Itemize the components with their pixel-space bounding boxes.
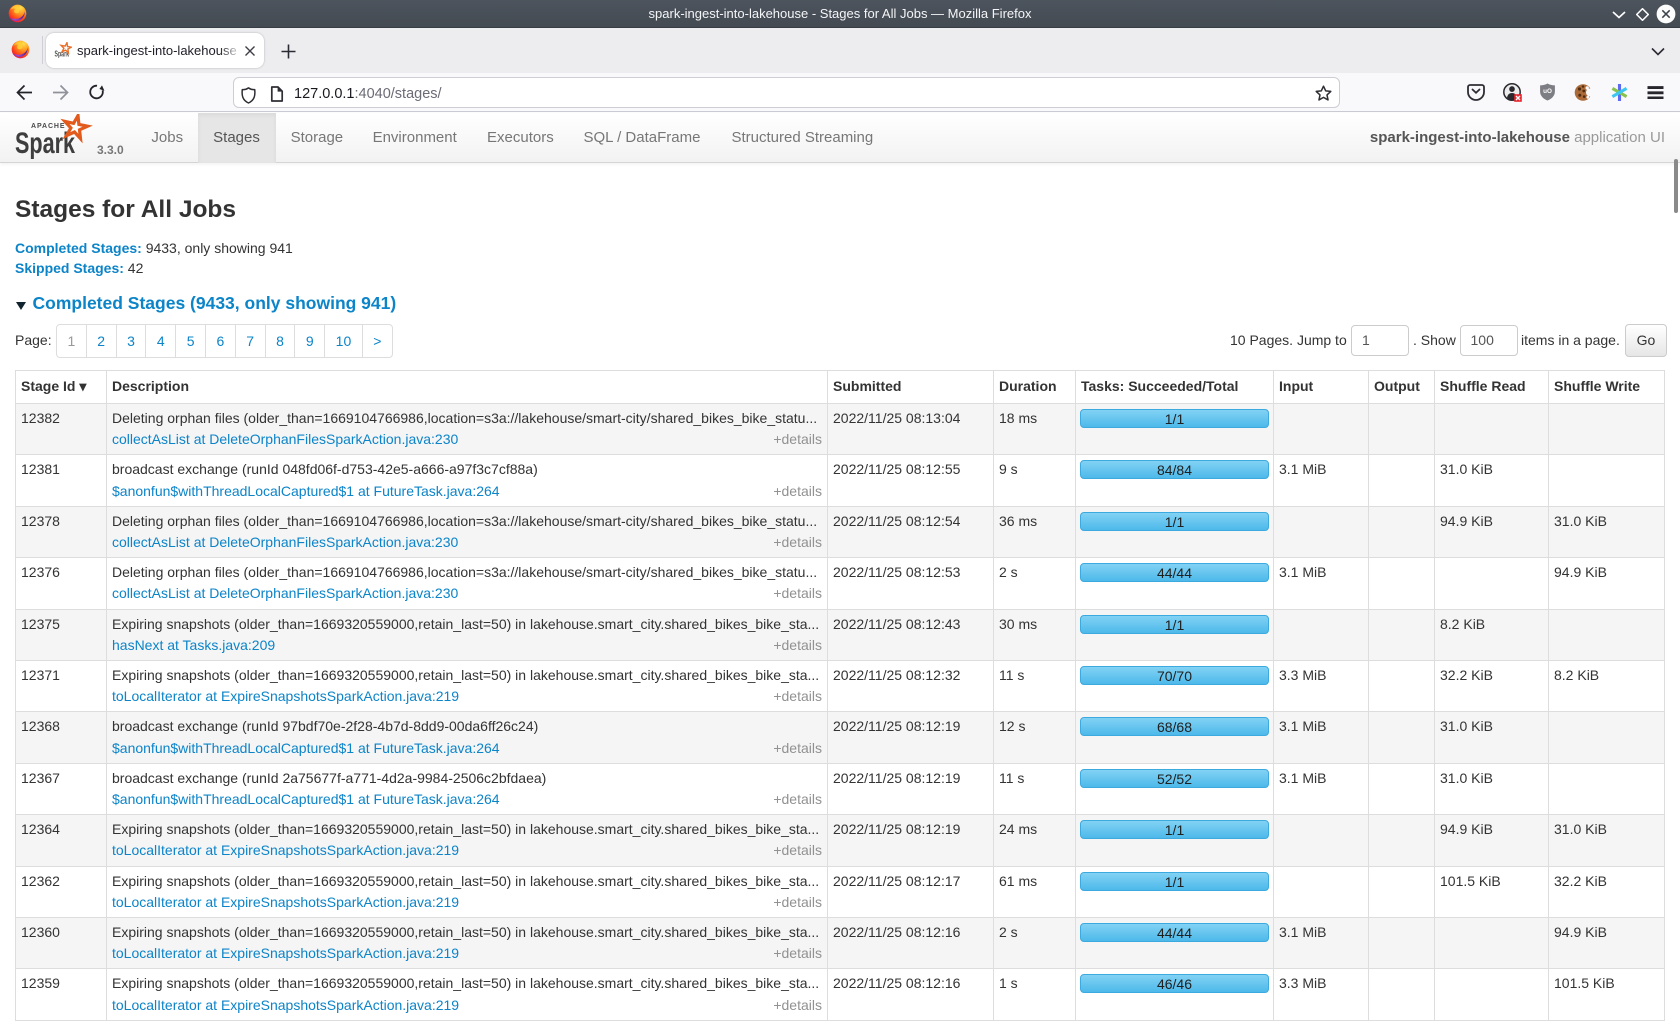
svg-text:Spark: Spark	[15, 127, 75, 160]
svg-text:uO: uO	[1543, 88, 1552, 95]
